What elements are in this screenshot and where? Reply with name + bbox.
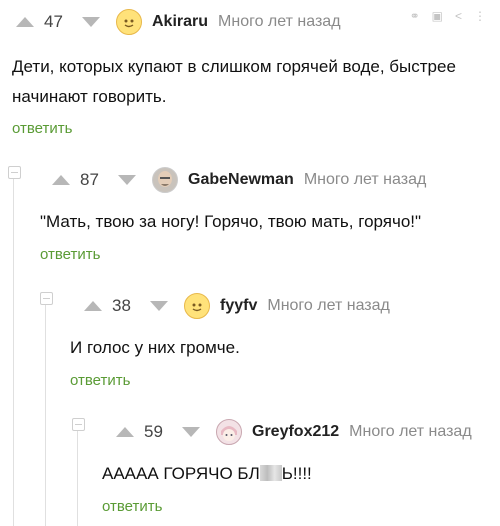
downvote-icon[interactable] xyxy=(182,427,200,437)
comment-author[interactable]: GabeNewman xyxy=(188,171,294,189)
comment-text: Дети, которых купают в слишком горячей в… xyxy=(12,52,456,112)
comment-text: И голос у них громче. xyxy=(70,338,240,357)
upvote-icon[interactable] xyxy=(16,17,34,27)
comment-author[interactable]: Greyfox212 xyxy=(252,423,339,441)
comment-time: Много лет назад xyxy=(267,297,390,314)
share-icon[interactable]: < xyxy=(455,9,462,23)
comment-text-line: Дети, которых купают в слишком горячей в… xyxy=(12,57,456,76)
reply-link[interactable]: ответить xyxy=(70,372,130,389)
comment-rating: 38 xyxy=(112,296,131,315)
comment-time: Много лет назад xyxy=(349,423,472,440)
avatar[interactable] xyxy=(184,293,210,319)
reply-link[interactable]: ответить xyxy=(102,498,162,515)
save-icon[interactable]: ▣ xyxy=(432,9,443,23)
comment-rating: 59 xyxy=(144,422,163,441)
thread-line[interactable] xyxy=(13,170,14,526)
collapse-toggle[interactable] xyxy=(8,166,21,179)
reply-link[interactable]: ответить xyxy=(12,120,72,137)
downvote-icon[interactable] xyxy=(118,175,136,185)
avatar[interactable] xyxy=(116,9,142,35)
comment-text: АААAА ГОРЯЧО БЛ Ь!!!! xyxy=(102,459,312,489)
comment-time: Много лет назад xyxy=(218,13,341,30)
yellow-face-icon xyxy=(124,19,134,28)
reply-link[interactable]: ответить xyxy=(40,246,100,263)
comment-text-start: АААAА ГОРЯЧО БЛ xyxy=(102,464,260,483)
upvote-icon[interactable] xyxy=(52,175,70,185)
collapse-toggle[interactable] xyxy=(40,292,53,305)
comment-text-line: начинают говорить. xyxy=(12,87,167,106)
comment-tools: ⚭ ▣ < ⋮ xyxy=(410,9,486,23)
more-icon[interactable]: ⋮ xyxy=(474,9,486,23)
avatar[interactable] xyxy=(216,419,242,445)
comment-text-end: Ь!!!! xyxy=(281,464,312,483)
comment-header: 38 fyyfv Много лет назад xyxy=(84,292,390,320)
gabe-photo xyxy=(158,171,172,187)
avatar[interactable] xyxy=(152,167,178,193)
yellow-face-icon xyxy=(192,303,202,312)
comment-rating: 47 xyxy=(44,12,63,31)
downvote-icon[interactable] xyxy=(82,17,100,27)
collapse-toggle[interactable] xyxy=(72,418,85,431)
comment-text: "Мать, твою за ногу! Горячо, твою мать, … xyxy=(40,212,422,231)
link-icon[interactable]: ⚭ xyxy=(410,9,420,23)
censor-blur xyxy=(259,465,282,481)
thread-line[interactable] xyxy=(45,298,46,526)
upvote-icon[interactable] xyxy=(84,301,102,311)
comment-author[interactable]: Akiraru xyxy=(152,13,208,31)
comment-rating: 87 xyxy=(80,170,99,189)
downvote-icon[interactable] xyxy=(150,301,168,311)
comment-time: Много лет назад xyxy=(303,171,427,188)
comment-header: 47 Akiraru Много лет назад xyxy=(16,8,341,36)
anime-avatar xyxy=(221,426,237,441)
comment-author[interactable]: fyyfv xyxy=(220,297,257,315)
comment-header: 59 Greyfox212 Много лет назад xyxy=(116,418,472,446)
thread-line[interactable] xyxy=(77,424,78,526)
upvote-icon[interactable] xyxy=(116,427,134,437)
comment-header: 87 GabeNewman Много лет назад xyxy=(52,166,426,194)
